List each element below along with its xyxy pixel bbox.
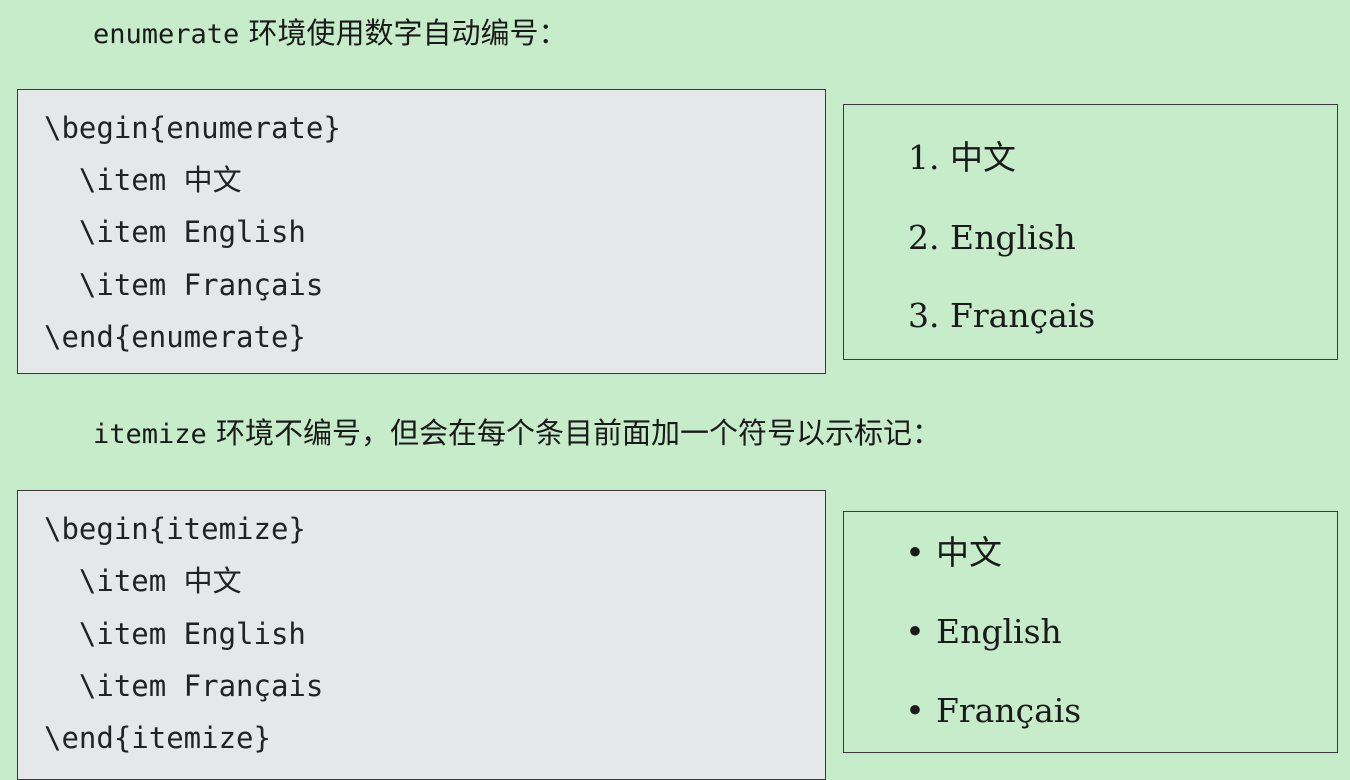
code-line: \begin{enumerate} xyxy=(44,111,341,145)
enumerate-keyword: enumerate xyxy=(93,19,240,50)
bullet-icon: • xyxy=(905,612,925,651)
code-line: \item Français xyxy=(44,268,324,302)
list-item: 1. 中文 xyxy=(908,138,1016,178)
enumerate-intro-paragraph: enumerate 环境使用数字自动编号： xyxy=(93,15,568,53)
list-item-text: 中文 xyxy=(936,533,1002,572)
list-item-text: Français xyxy=(936,691,1082,730)
list-item-text: English xyxy=(950,218,1076,257)
enumerate-code-box: \begin{enumerate} \item 中文 \item English… xyxy=(17,89,826,374)
list-number: 1. xyxy=(908,138,940,177)
list-item: • 中文 xyxy=(905,533,1002,573)
list-number: 2. xyxy=(908,218,940,257)
code-line: \item English xyxy=(44,215,306,249)
list-item-text: Français xyxy=(950,296,1096,335)
enumerate-output-box: 1. 中文 2. English 3. Français xyxy=(843,104,1338,360)
itemize-intro-paragraph: itemize 环境不编号，但会在每个条目前面加一个符号以示标记： xyxy=(93,415,941,453)
itemize-keyword: itemize xyxy=(93,419,207,450)
list-item: • English xyxy=(905,612,1062,652)
code-line: \item 中文 xyxy=(44,564,242,598)
enumerate-intro-text: 环境使用数字自动编号： xyxy=(239,16,568,50)
code-line: \begin{itemize} xyxy=(44,512,306,546)
list-item: • Français xyxy=(905,691,1082,731)
itemize-code-box: \begin{itemize} \item 中文 \item English \… xyxy=(17,490,826,780)
code-line: \end{itemize} xyxy=(44,721,271,755)
list-item: 3. Français xyxy=(908,296,1095,336)
bullet-icon: • xyxy=(905,691,925,730)
code-line: \item Français xyxy=(44,669,324,703)
list-number: 3. xyxy=(908,296,940,335)
bullet-icon: • xyxy=(905,533,925,572)
code-line: \item 中文 xyxy=(44,163,242,197)
itemize-intro-text: 环境不编号，但会在每个条目前面加一个符号以示标记： xyxy=(206,416,942,450)
itemize-output-box: • 中文 • English • Français xyxy=(843,511,1338,753)
code-line: \end{enumerate} xyxy=(44,320,306,354)
list-item: 2. English xyxy=(908,218,1076,258)
code-line: \item English xyxy=(44,617,306,651)
list-item-text: 中文 xyxy=(950,138,1016,177)
list-item-text: English xyxy=(936,612,1062,651)
